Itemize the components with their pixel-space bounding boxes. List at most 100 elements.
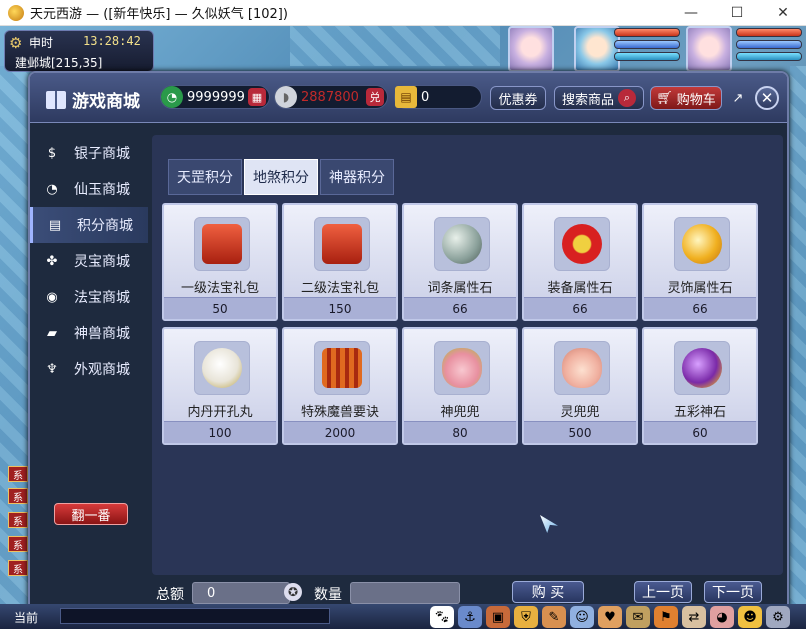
sidebar-item-lingbao-shop[interactable]: ✤ 灵宝商城 (30, 243, 148, 279)
red-book-icon (322, 348, 362, 388)
sidebar-item-label: 银子商城 (74, 146, 130, 162)
red-gift-box-icon (322, 224, 362, 264)
sidebar-item-appearance-shop[interactable]: ♆ 外观商城 (30, 351, 148, 387)
time-location-hud: ⚙ 申时 13:28:42 建邺城[215,35] (4, 30, 154, 72)
item-price: 60 (644, 421, 756, 443)
clock-label: 13:28:42 (83, 34, 141, 48)
sidebar-item-label: 灵宝商城 (74, 254, 130, 270)
hp-bar (736, 28, 802, 37)
quest-icon[interactable]: ✉ (626, 606, 650, 628)
sidebar-item-beast-shop[interactable]: ▰ 神兽商城 (30, 315, 148, 351)
orb-icon: ◉ (46, 289, 58, 305)
chat-system-tag: 系 (8, 466, 28, 482)
item-name: 一级法宝礼包 (180, 281, 259, 296)
game-viewport[interactable]: ⚙ 申时 13:28:42 建邺城[215,35] 系 系 系 系 系 游戏商城… (0, 26, 806, 629)
item-card[interactable]: 一级法宝礼包 50 (162, 203, 278, 321)
scroll-icon[interactable]: ✎ (542, 606, 566, 628)
tab-tiangang-points[interactable]: 天罡积分 (168, 159, 242, 195)
exp-bar (614, 52, 680, 61)
system-settings-icon[interactable]: ⚙ (766, 606, 790, 628)
item-price: 66 (524, 297, 636, 319)
item-card[interactable]: 灵兜兜 500 (522, 327, 638, 445)
pink-pouch-icon (562, 348, 602, 388)
item-icon-frame (314, 217, 370, 271)
item-card[interactable]: 装备属性石 66 (522, 203, 638, 321)
shop-title: 游戏商城 (46, 87, 140, 112)
gold-orb-icon (682, 224, 722, 264)
peach-icon[interactable]: ◕ (710, 606, 734, 628)
item-card[interactable]: 内丹开孔丸 100 (162, 327, 278, 445)
sidebar-item-silver-shop[interactable]: $ 银子商城 (30, 135, 148, 171)
trade-icon[interactable]: ⇄ (682, 606, 706, 628)
points-tabs: 天罡积分 地煞积分 神器积分 (168, 159, 394, 195)
close-window-button[interactable]: ✕ (760, 0, 806, 26)
white-pill-icon (202, 348, 242, 388)
coupon-button[interactable]: 优惠券 (490, 86, 546, 110)
item-card[interactable]: 神兜兜 80 (402, 327, 518, 445)
exchange-silver-button[interactable]: 兑 (366, 88, 384, 106)
bag-icon[interactable]: ▣ (486, 606, 510, 628)
item-price: 66 (404, 297, 516, 319)
item-price: 80 (404, 421, 516, 443)
item-card[interactable]: 灵饰属性石 66 (642, 203, 758, 321)
item-price: 66 (644, 297, 756, 319)
game-shop-panel: 游戏商城 ◔ 9999999 ▦ ◗ 2887800 兑 ▤ 0 优惠券 搜索商… (28, 71, 789, 616)
item-icon-frame (554, 341, 610, 395)
item-name: 灵兜兜 (560, 405, 600, 420)
buy-button[interactable]: 购 买 (512, 581, 584, 603)
quantity-label: 数量 (314, 587, 342, 603)
item-name: 词条属性石 (427, 281, 493, 296)
sidebar-item-points-shop[interactable]: ▤ 积分商城 (30, 207, 148, 243)
gang-icon[interactable]: ⚑ (654, 606, 678, 628)
app-icon (8, 4, 24, 21)
item-card[interactable]: 二级法宝礼包 150 (282, 203, 398, 321)
gear-icon[interactable]: ⚙ (9, 34, 22, 52)
shop-header: 游戏商城 ◔ 9999999 ▦ ◗ 2887800 兑 ▤ 0 优惠券 搜索商… (30, 73, 787, 123)
item-card[interactable]: 特殊魔兽要诀 2000 (282, 327, 398, 445)
tab-artifact-points[interactable]: 神器积分 (320, 159, 394, 195)
prev-page-button[interactable]: 上一页 (634, 581, 692, 603)
jade-amount: 9999999 (187, 89, 245, 105)
boat-icon[interactable]: ⚓ (458, 606, 482, 628)
total-label: 总额 (156, 587, 184, 603)
maximize-button[interactable]: ☐ (714, 0, 760, 26)
pet-portrait[interactable] (508, 26, 554, 72)
sidebar-item-label: 法宝商城 (74, 290, 130, 306)
companion-status-bars (614, 28, 680, 64)
tab-disha-points[interactable]: 地煞积分 (244, 159, 318, 195)
item-price: 500 (524, 421, 636, 443)
chat-input[interactable] (60, 608, 330, 624)
red-medal-icon (562, 224, 602, 264)
minimize-button[interactable]: — (668, 0, 714, 26)
double-up-button[interactable]: 翻一番 (54, 503, 128, 525)
team-icon[interactable]: ☺ (570, 606, 594, 628)
item-card[interactable]: 五彩神石 60 (642, 327, 758, 445)
pet-icon[interactable]: 🐾︎ (430, 606, 454, 628)
export-icon[interactable]: ↗ (728, 86, 748, 110)
silver-ingot-icon: ◗ (275, 86, 297, 108)
hp-bar (614, 28, 680, 37)
search-goods-button[interactable]: 搜索商品 ⌕ (554, 86, 644, 110)
exp-bar (736, 52, 802, 61)
sidebar-item-fabao-shop[interactable]: ◉ 法宝商城 (30, 279, 148, 315)
friend-icon[interactable]: ♥ (598, 606, 622, 628)
item-icon-frame (434, 341, 490, 395)
shop-content: 天罡积分 地煞积分 神器积分 一级法宝礼包 50 二级法宝礼包 150 词条属性… (152, 135, 783, 575)
next-page-button[interactable]: 下一页 (704, 581, 762, 603)
item-price: 50 (164, 297, 276, 319)
close-shop-button[interactable]: ✕ (755, 86, 779, 110)
shield-icon[interactable]: ⛨ (514, 606, 538, 628)
item-name: 内丹开孔丸 (187, 405, 253, 420)
silver-currency: ◗ 2887800 兑 (274, 85, 388, 109)
exchange-jade-button[interactable]: ▦ (248, 88, 266, 106)
quantity-input[interactable] (350, 582, 460, 604)
cart-button[interactable]: 🛒︎ 购物车 (650, 86, 722, 110)
item-card[interactable]: 词条属性石 66 (402, 203, 518, 321)
sidebar-item-jade-shop[interactable]: ◔ 仙玉商城 (30, 171, 148, 207)
emoji-icon[interactable]: ☻ (738, 606, 762, 628)
chat-channel-label[interactable]: 当前 (14, 609, 38, 626)
scenery (290, 26, 500, 66)
clothes-icon: ♆ (46, 361, 58, 377)
player-portrait[interactable] (686, 26, 732, 72)
ticket-icon: ▤ (395, 86, 417, 108)
